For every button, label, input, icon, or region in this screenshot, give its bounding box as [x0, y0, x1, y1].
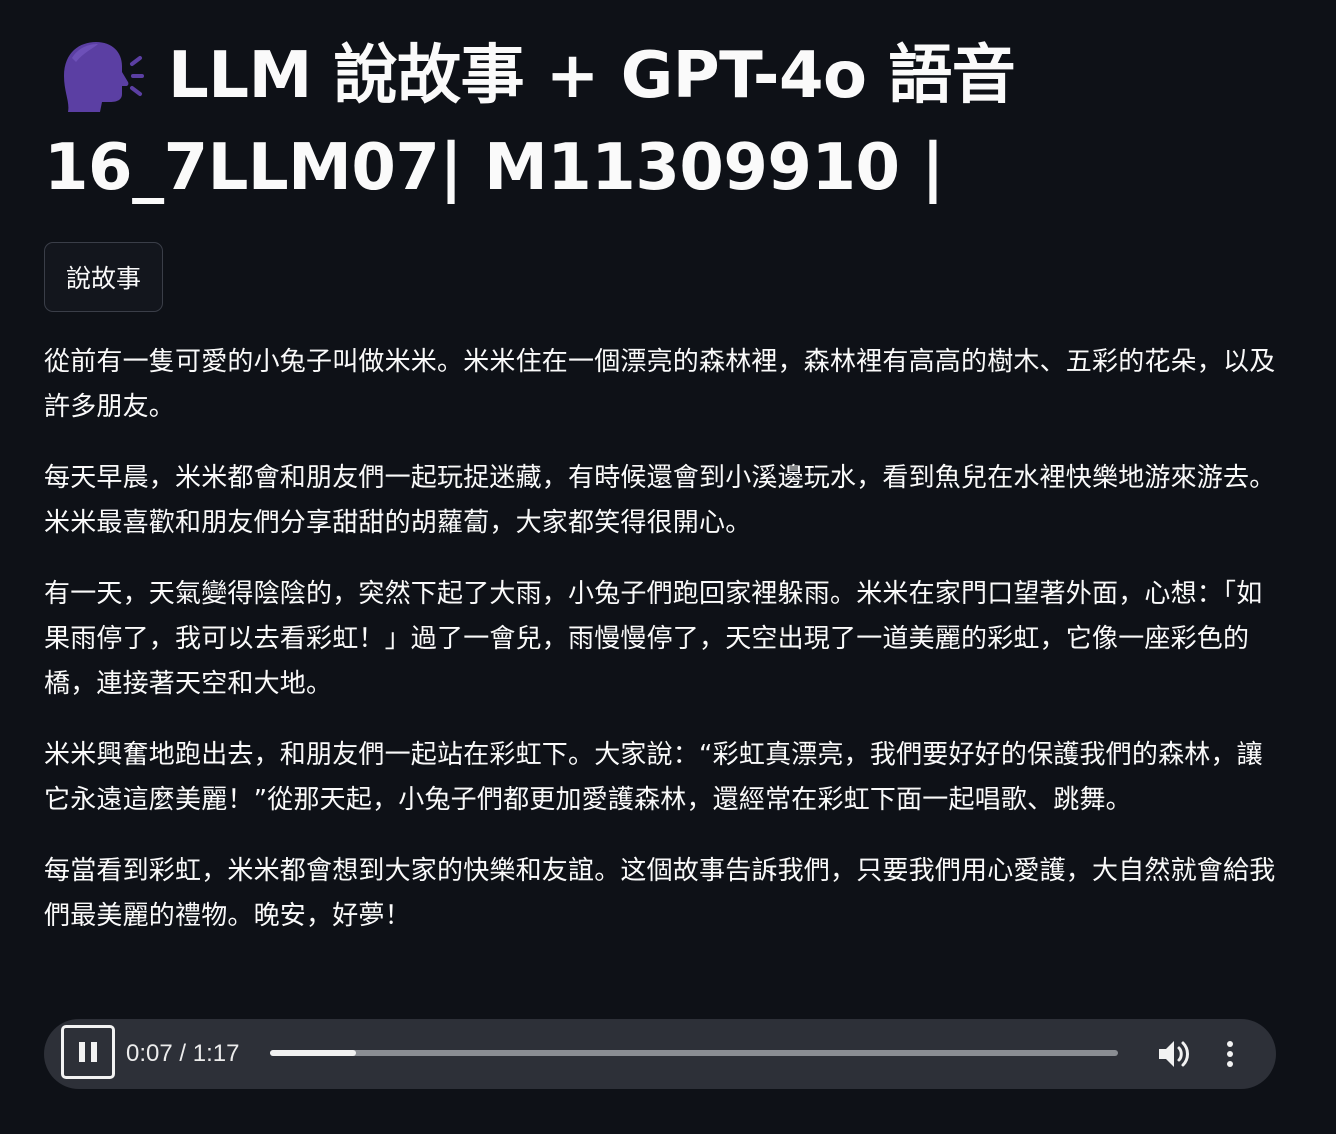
- audio-player: 0:07 / 1:17: [44, 1019, 1276, 1089]
- title-line-1: LLM 說故事 + GPT-4o 語音: [44, 30, 1280, 122]
- story-paragraph: 每當看到彩虹，米米都會想到大家的快樂和友誼。这個故事告訴我們，只要我們用心愛護，…: [44, 856, 1276, 931]
- time-display: 0:07 / 1:17: [126, 1040, 240, 1067]
- volume-icon: [1159, 1041, 1189, 1067]
- progress-slider[interactable]: [270, 1050, 1118, 1056]
- page-title: LLM 說故事 + GPT-4o 語音 16_7LLM07| M11309910…: [44, 30, 1280, 214]
- tell-story-button[interactable]: 說故事: [44, 242, 164, 312]
- pause-icon: [91, 1042, 97, 1062]
- story-paragraph: 米米興奮地跑出去，和朋友們一起站在彩虹下。大家說：“彩虹真漂亮，我們要好好的保護…: [44, 740, 1263, 815]
- more-options-button[interactable]: [1218, 1039, 1242, 1069]
- main-content: LLM 說故事 + GPT-4o 語音 16_7LLM07| M11309910…: [44, 30, 1280, 965]
- pause-button[interactable]: [61, 1025, 115, 1079]
- progress-fill: [270, 1050, 356, 1056]
- story-paragraph: 有一天，天氣變得陰陰的，突然下起了大雨，小兔子們跑回家裡躲雨。米米在家門口望著外…: [44, 579, 1263, 699]
- story-text: 從前有一隻可愛的小兔子叫做米米。米米住在一個漂亮的森林裡，森林裡有高高的樹木、五…: [44, 340, 1280, 939]
- title-text-1: LLM 說故事 + GPT-4o 語音: [168, 39, 1016, 113]
- speaking-head-icon: [54, 38, 144, 114]
- more-vertical-icon: [1227, 1041, 1233, 1067]
- volume-button[interactable]: [1156, 1037, 1192, 1071]
- title-text-2: 16_7LLM07| M11309910 |: [44, 131, 945, 205]
- pause-icon: [79, 1042, 85, 1062]
- story-paragraph: 從前有一隻可愛的小兔子叫做米米。米米住在一個漂亮的森林裡，森林裡有高高的樹木、五…: [44, 347, 1276, 422]
- story-paragraph: 每天早晨，米米都會和朋友們一起玩捉迷藏，有時候還會到小溪邊玩水，看到魚兒在水裡快…: [44, 463, 1276, 538]
